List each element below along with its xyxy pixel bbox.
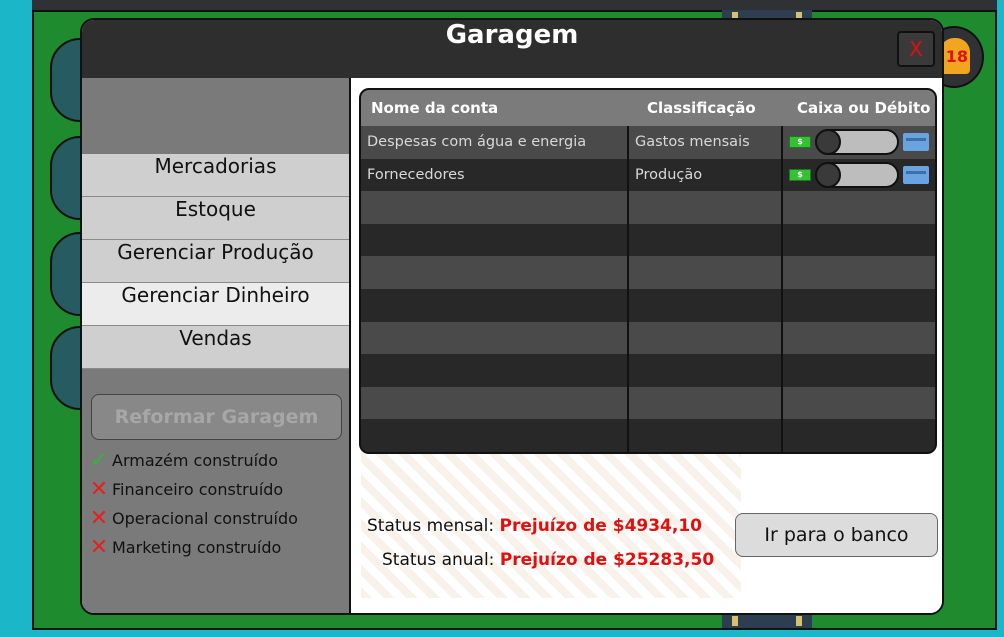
construction-checklist: ✓ Armazém construído ✕ Financeiro constr…	[86, 446, 298, 562]
menu-item-mercadorias[interactable]: Mercadorias	[82, 154, 349, 197]
menu-item-estoque[interactable]: Estoque	[82, 197, 349, 240]
payment-type-cell: $	[783, 161, 935, 188]
table-row	[361, 386, 935, 420]
account-name-cell: Fornecedores	[367, 166, 465, 183]
toggle-knob[interactable]	[815, 129, 841, 156]
checklist-item: ✓ Armazém construído	[86, 446, 298, 475]
bell-icon[interactable]: 18	[940, 38, 970, 74]
table-body: Despesas com água e energia Gastos mensai…	[361, 126, 935, 452]
sidebar: Mercadorias Estoque Gerenciar Produção G…	[82, 78, 351, 613]
menu-item-gerenciar-dinheiro[interactable]: Gerenciar Dinheiro	[82, 283, 349, 326]
credit-card-icon	[903, 165, 929, 184]
checklist-item: ✕ Marketing construído	[86, 533, 298, 562]
checklist-item: ✕ Financeiro construído	[86, 475, 298, 504]
column-header-payment-type: Caixa ou Débito	[797, 99, 931, 117]
credit-card-icon	[903, 133, 929, 152]
payment-type-cell: $	[783, 129, 935, 156]
checklist-item: ✕ Operacional construído	[86, 504, 298, 533]
checklist-label: Marketing construído	[112, 538, 282, 557]
table-row	[361, 256, 935, 289]
column-divider	[781, 126, 783, 452]
modal-title: Garagem	[445, 20, 579, 50]
column-header-classification: Classificação	[647, 99, 756, 117]
cross-icon: ✕	[89, 477, 109, 502]
road-bottom	[722, 614, 812, 628]
annual-status: Status anual: Prejuízo de $25283,50	[382, 550, 714, 570]
checklist-label: Operacional construído	[112, 509, 298, 528]
classification-cell: Produção	[635, 166, 703, 183]
table-row	[361, 191, 935, 224]
monthly-status: Status mensal: Prejuízo de $4934,10	[367, 516, 702, 536]
classification-cell: Gastos mensais	[635, 134, 750, 151]
close-button[interactable]: X	[897, 31, 935, 67]
monthly-status-label: Status mensal:	[367, 516, 495, 536]
checklist-label: Financeiro construído	[112, 480, 284, 499]
column-header-account-name: Nome da conta	[371, 99, 499, 117]
content-panel: Nome da conta Classificação Caixa ou Déb…	[351, 78, 942, 613]
menu-item-gerenciar-producao[interactable]: Gerenciar Produção	[82, 240, 349, 283]
garage-modal: Garagem X Mercadorias Estoque Gerenciar …	[80, 18, 944, 615]
table-row	[361, 223, 935, 257]
cash-icon: $	[789, 168, 811, 181]
game-top-bar	[32, 0, 997, 12]
column-divider	[627, 126, 629, 452]
table-row	[361, 288, 935, 322]
sidebar-menu: Mercadorias Estoque Gerenciar Produção G…	[82, 154, 349, 369]
go-to-bank-button[interactable]: Ir para o banco	[735, 513, 938, 557]
menu-item-vendas[interactable]: Vendas	[82, 326, 349, 369]
table-row	[361, 321, 935, 355]
cash-debit-toggle[interactable]	[815, 161, 899, 188]
annual-status-value: Prejuízo de $25283,50	[499, 550, 715, 570]
checklist-label: Armazém construído	[112, 451, 278, 470]
cash-icon: $	[789, 136, 811, 149]
table-row: Fornecedores Produção $	[361, 158, 935, 192]
check-icon: ✓	[89, 448, 109, 473]
modal-header: Garagem X	[82, 20, 942, 78]
annual-status-label: Status anual:	[382, 550, 495, 570]
table-header: Nome da conta Classificação Caixa ou Déb…	[361, 90, 935, 126]
table-row	[361, 354, 935, 387]
reform-garage-button[interactable]: Reformar Garagem	[91, 394, 342, 440]
cash-debit-toggle[interactable]	[815, 129, 899, 156]
monthly-status-value: Prejuízo de $4934,10	[499, 516, 703, 536]
toggle-knob[interactable]	[815, 161, 841, 188]
cross-icon: ✕	[89, 535, 109, 560]
table-row: Despesas com água e energia Gastos mensai…	[361, 126, 935, 159]
table-row	[361, 419, 935, 452]
account-name-cell: Despesas com água e energia	[367, 134, 587, 151]
cross-icon: ✕	[89, 506, 109, 531]
accounts-table: Nome da conta Classificação Caixa ou Déb…	[359, 88, 937, 454]
